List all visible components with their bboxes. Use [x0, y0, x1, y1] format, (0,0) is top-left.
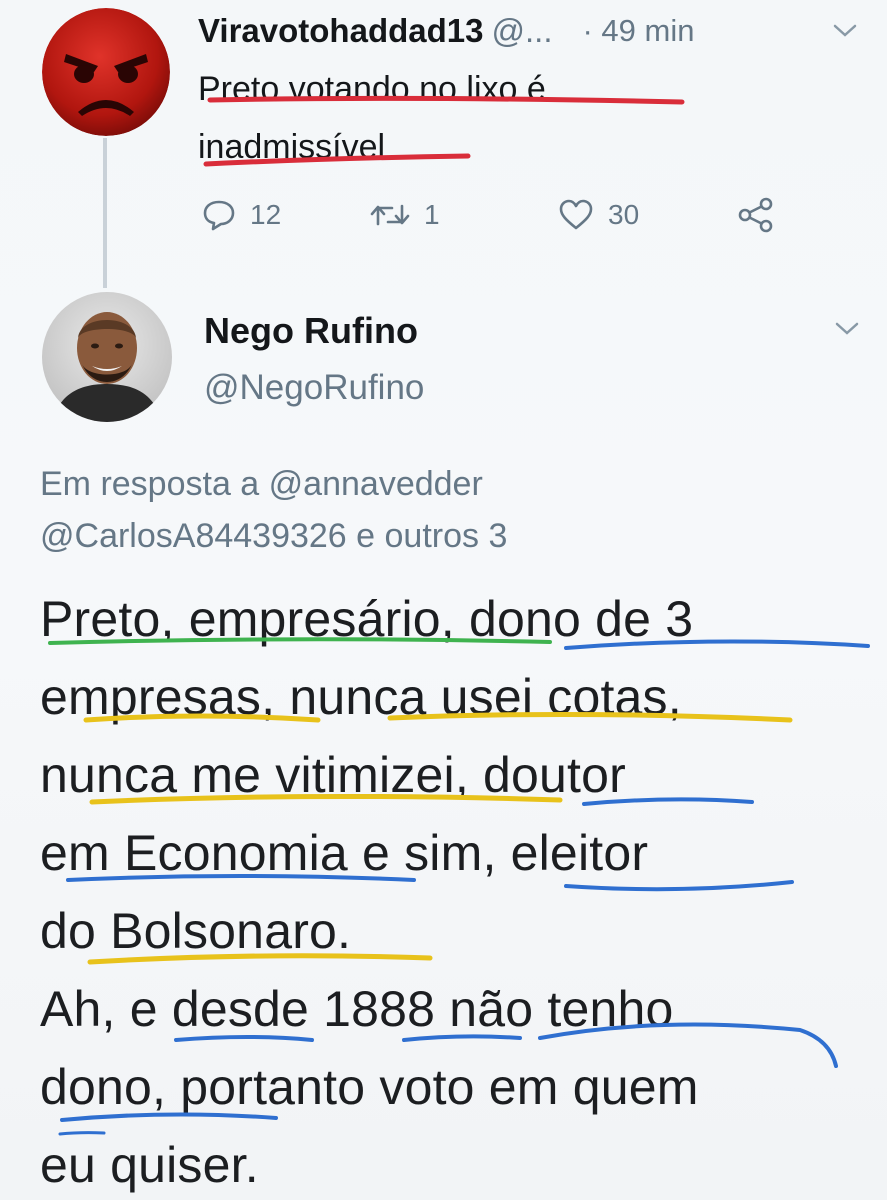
- reply-text-line: do Bolsonaro.: [40, 903, 352, 959]
- retweet-icon: [370, 204, 410, 226]
- reply-context: Em resposta a @annavedder @CarlosA844393…: [40, 458, 860, 562]
- reply-count: 12: [250, 199, 282, 230]
- share-button[interactable]: [736, 190, 776, 240]
- reply-text-line: dono, portanto voto em quem: [40, 1059, 699, 1115]
- parent-display-name[interactable]: Viravotohaddad13: [198, 12, 483, 50]
- chevron-down-icon[interactable]: [834, 320, 860, 338]
- reply-mention-link[interactable]: @CarlosA84439326: [40, 517, 347, 555]
- screenshot: Viravotohaddad13 @... · 49 min Preto vot…: [0, 0, 887, 1200]
- parent-text-line-2: inadmissível: [198, 128, 386, 166]
- reply-mention-link[interactable]: @annavedder: [269, 465, 483, 503]
- parent-action-bar: 12 1 30: [198, 190, 798, 240]
- reply-text-line: Preto, empresário, dono de 3: [40, 591, 694, 647]
- reply-icon: [203, 200, 235, 231]
- reply-prefix: Em resposta a: [40, 465, 260, 503]
- reply-button[interactable]: 12: [202, 190, 281, 240]
- parent-tweet[interactable]: Viravotohaddad13 @... · 49 min Preto vot…: [0, 0, 887, 290]
- chevron-down-icon[interactable]: [832, 22, 858, 40]
- parent-tweet-text: Preto votando no lixo é inadmissível: [198, 60, 718, 176]
- reply-text-line: nunca me vitimizei, doutor: [40, 747, 627, 803]
- parent-timestamp[interactable]: · 49 min: [583, 13, 695, 49]
- like-button[interactable]: 30: [558, 190, 639, 240]
- reply-text-line: Ah, e desde 1888 não tenho: [40, 981, 674, 1037]
- thread-connector-line: [103, 138, 107, 288]
- parent-text-line-1: Preto votando no lixo é: [198, 70, 546, 108]
- retweet-count: 1: [424, 199, 440, 230]
- reply-text-line: em Economia e sim, eleitor: [40, 825, 649, 881]
- reply-display-name[interactable]: Nego Rufino: [204, 310, 418, 352]
- parent-handle[interactable]: @...: [491, 12, 552, 50]
- like-icon: [559, 199, 593, 230]
- retweet-button[interactable]: 1: [370, 190, 440, 240]
- reply-text-line: empresas, nunca usei cotas,: [40, 669, 682, 725]
- reply-handle[interactable]: @NegoRufino: [204, 368, 424, 408]
- parent-tweet-header: Viravotohaddad13 @... · 49 min: [198, 8, 858, 54]
- share-icon: [738, 197, 773, 233]
- user-photo-avatar[interactable]: [42, 292, 172, 422]
- reply-tweet-text: Preto, empresário, dono de 3 empresas, n…: [40, 580, 870, 1200]
- like-count: 30: [608, 199, 640, 230]
- reply-text-line: eu quiser.: [40, 1137, 259, 1193]
- angry-face-avatar[interactable]: [42, 8, 170, 136]
- reply-others-link[interactable]: e outros 3: [356, 517, 507, 555]
